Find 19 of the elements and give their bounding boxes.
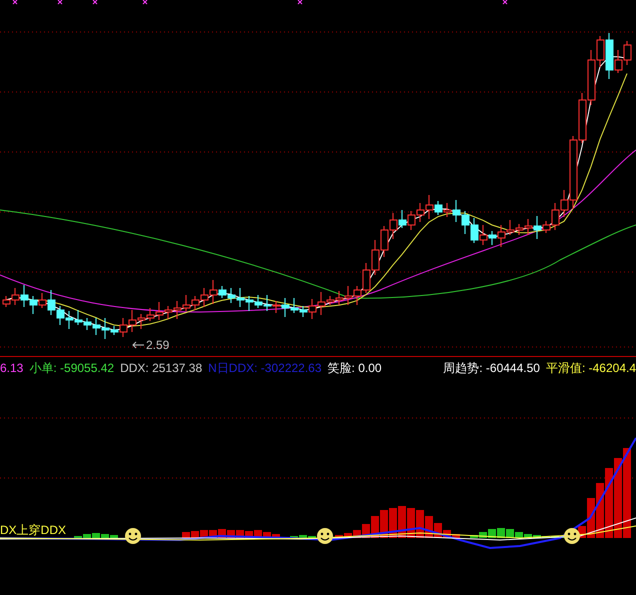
cross-mark-icon [12,0,18,4]
legend-value: DDX: 25137.38 [120,362,202,374]
legend-value: 笑脸: 0.00 [328,362,382,374]
legend-value: 周趋势: -60444.50 [443,362,540,374]
smiley-icon [125,528,141,544]
signal-label: DX上穿DDX [0,524,66,536]
smiley-icon [564,528,580,544]
cross-mark-icon [142,0,148,4]
cross-mark-icon [502,0,508,4]
legend-value: 平滑值: -46204.4 [546,362,636,374]
legend-value: 6.13 [0,362,24,374]
cross-mark-icon [58,0,62,4]
cross-mark-icon [298,0,302,4]
arrow-left-icon [132,341,144,349]
cross-mark-icon [92,0,98,4]
legend-value: 小单: -59055.42 [29,362,114,374]
smiley-icon [317,528,333,544]
low-price-label: 2.59 [146,339,170,351]
legend-value: N日DDX: -302222.63 [208,362,322,374]
